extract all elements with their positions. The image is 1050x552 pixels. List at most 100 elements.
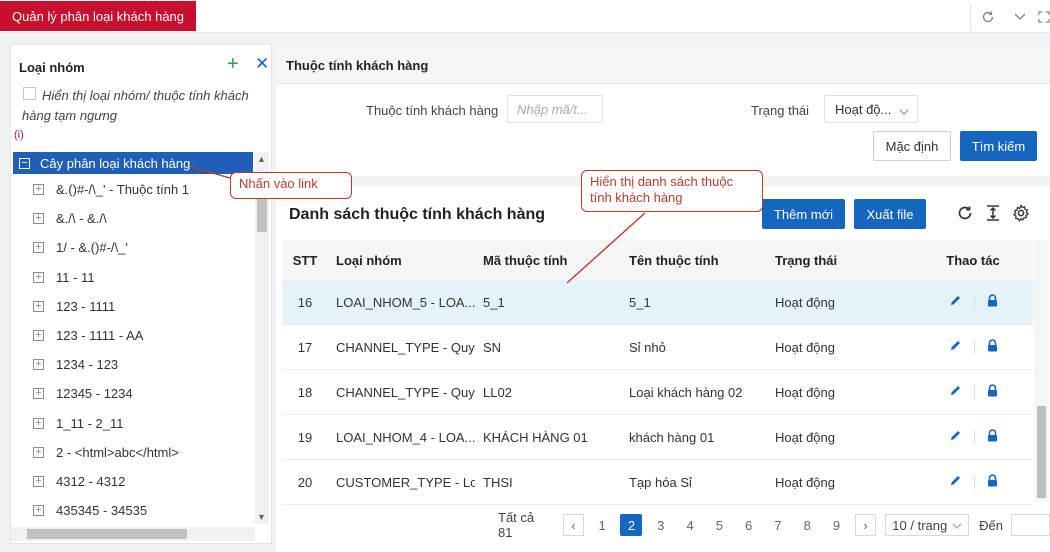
add-new-button[interactable]: Thêm mới	[762, 199, 845, 229]
lock-icon[interactable]	[987, 384, 998, 400]
refresh-icon[interactable]	[977, 6, 999, 28]
tree-root-customer-classification[interactable]: − Cây phân loại khách hàng	[13, 152, 253, 174]
expand-icon[interactable]: +	[33, 271, 44, 283]
tree-item-label[interactable]: 4312 - 4312	[56, 474, 125, 489]
group-type-panel: Loại nhóm + ✕ Hiển thị loại nhóm/ thuộc …	[10, 44, 272, 544]
attribute-list-section: Danh sách thuộc tính khách hàng Thêm mới…	[276, 186, 1050, 552]
tree-item-label[interactable]: 123 - 1111	[56, 299, 115, 314]
edit-pencil-icon[interactable]	[949, 429, 962, 445]
attr-filter-input[interactable]: Nhập mã/t...	[507, 95, 603, 123]
expand-icon[interactable]: +	[33, 242, 44, 254]
lock-icon[interactable]	[987, 474, 998, 490]
page-number[interactable]: 6	[738, 514, 760, 536]
expand-icon[interactable]: +	[33, 475, 44, 487]
refresh-icon[interactable]	[956, 204, 976, 224]
tree-item-label[interactable]: 1_11 - 2_11	[56, 416, 123, 431]
show-inactive-checkbox[interactable]	[23, 87, 36, 100]
page-number[interactable]: 5	[708, 514, 730, 536]
next-page-icon[interactable]: ›	[854, 514, 877, 536]
tree-item-label[interactable]: 435345 - 34535	[56, 503, 147, 518]
tree-item-label[interactable]: &.()#-/\_' - Thuộc tính 1	[56, 182, 189, 197]
settings-gear-icon[interactable]	[1012, 204, 1032, 224]
tree-item[interactable]: + &.()#-/\_' - Thuộc tính 1	[11, 175, 255, 204]
table-row[interactable]: 20 CUSTOMER_TYPE - Lo... THSI Tạp hóa Sỉ Hoạ…	[282, 460, 1033, 505]
export-file-button[interactable]: Xuất file	[854, 199, 926, 229]
page-number[interactable]: 4	[679, 514, 701, 536]
page-number[interactable]: 8	[796, 514, 818, 536]
lock-icon[interactable]	[987, 429, 998, 445]
col-header-name: Tên thuộc tính	[629, 252, 719, 268]
tree-item[interactable]: +123 - 1111	[11, 292, 255, 321]
table-row[interactable]: 19 LOAI_NHOM_4 - LOA... KHÁCH HÀNG 01 khách…	[282, 415, 1033, 460]
table-row[interactable]: 18 CHANNEL_TYPE - Quy... LL02 Loại khách hà…	[282, 370, 1033, 415]
tree-item[interactable]: +11 - 11	[11, 263, 255, 292]
tree-horizontal-scrollbar[interactable]	[11, 527, 255, 541]
page-number[interactable]: 9	[826, 514, 848, 536]
cell-group: LOAI_NHOM_4 - LOA...	[336, 429, 475, 445]
tree-item-label[interactable]: 1234 - 123	[56, 357, 118, 372]
table-body: 16 LOAI_NHOM_5 - LOA... 5_1 5_1 Hoạt động 17 C…	[282, 280, 1033, 505]
cell-actions	[913, 474, 1033, 490]
search-button[interactable]: Tìm kiếm	[960, 131, 1037, 161]
cell-code: LL02	[483, 384, 512, 400]
column-height-icon[interactable]	[984, 204, 1004, 224]
expand-icon[interactable]: +	[33, 184, 44, 196]
scroll-up-icon[interactable]: ▲	[257, 154, 266, 164]
goto-page-label: Đến	[979, 517, 1004, 533]
lock-icon[interactable]	[987, 339, 998, 355]
lock-icon[interactable]	[987, 294, 998, 310]
edit-pencil-icon[interactable]	[949, 384, 962, 400]
tree-vertical-scrollbar[interactable]: ▲ ▼	[255, 152, 269, 524]
scroll-down-icon[interactable]: ▼	[257, 512, 266, 522]
scroll-thumb[interactable]	[1037, 406, 1046, 498]
default-button[interactable]: Mặc định	[873, 131, 951, 161]
tree-item-label[interactable]: 12345 - 1234	[56, 386, 133, 401]
edit-pencil-icon[interactable]	[949, 294, 962, 310]
tree-item[interactable]: +2 - <html>abc</html>	[11, 438, 255, 467]
tree-item-label[interactable]: 123 - 1111 - AA	[56, 328, 143, 343]
expand-icon[interactable]: +	[33, 446, 44, 458]
col-header-code: Mã thuộc tính	[483, 252, 568, 268]
scroll-thumb[interactable]	[27, 529, 187, 539]
tree-item-label[interactable]: &./\ - &./\	[56, 211, 107, 226]
page-number[interactable]: 3	[650, 514, 672, 536]
page-number[interactable]: 7	[767, 514, 789, 536]
page-number[interactable]: 2	[620, 514, 643, 536]
tree-item-label[interactable]: 1/ - &.()#-/\_'	[56, 240, 128, 255]
expand-icon[interactable]: +	[33, 388, 44, 400]
expand-icon[interactable]: +	[33, 417, 44, 429]
expand-icon[interactable]: +	[33, 505, 44, 517]
table-vertical-scrollbar[interactable]	[1034, 240, 1048, 502]
expand-icon[interactable]: +	[33, 213, 44, 225]
close-icon[interactable]: ✕	[255, 55, 269, 73]
cell-stt: 20	[297, 474, 313, 490]
tree-item[interactable]: +435345 - 34535	[11, 496, 255, 525]
tree-item-label[interactable]: 11 - 11	[56, 270, 95, 285]
edit-pencil-icon[interactable]	[949, 474, 962, 490]
tree-root-label[interactable]: Cây phân loại khách hàng	[40, 156, 190, 171]
tree-item[interactable]: +12345 - 1234	[11, 379, 255, 408]
edit-pencil-icon[interactable]	[949, 339, 962, 355]
collapse-icon[interactable]: −	[19, 157, 30, 169]
page-number[interactable]: 1	[591, 514, 613, 536]
page-size-select[interactable]: 10 / trang	[885, 514, 970, 536]
tree-item[interactable]: + &./\ - &./\	[11, 204, 255, 233]
tree-item[interactable]: +4312 - 4312	[11, 467, 255, 496]
tree-item[interactable]: +1/ - &.()#-/\_'	[11, 233, 255, 262]
chevron-down-icon[interactable]	[1009, 6, 1031, 28]
status-filter-select[interactable]: Hoạt độ...	[824, 95, 918, 123]
prev-page-icon[interactable]: ‹	[562, 514, 585, 536]
expand-icon[interactable]: +	[33, 359, 44, 371]
expand-icon[interactable]: +	[33, 330, 44, 342]
table-row[interactable]: 17 CHANNEL_TYPE - Quy... SN Sỉ nhỏ Hoạt động	[282, 325, 1033, 370]
tree-item[interactable]: +123 - 1111 - AA	[11, 321, 255, 350]
table-row[interactable]: 16 LOAI_NHOM_5 - LOA... 5_1 5_1 Hoạt động	[282, 280, 1033, 325]
add-group-icon[interactable]: +	[227, 54, 239, 74]
goto-page-input[interactable]	[1011, 514, 1050, 536]
tree-item-label[interactable]: 2 - <html>abc</html>	[56, 445, 179, 460]
expand-icon[interactable]: +	[33, 300, 44, 312]
app-tab-title[interactable]: Quản lý phân loại khách hàng	[0, 1, 197, 31]
tree-item[interactable]: +1_11 - 2_11	[11, 409, 255, 438]
tree-item[interactable]: +1234 - 123	[11, 350, 255, 379]
expand-icon[interactable]	[1038, 6, 1050, 28]
